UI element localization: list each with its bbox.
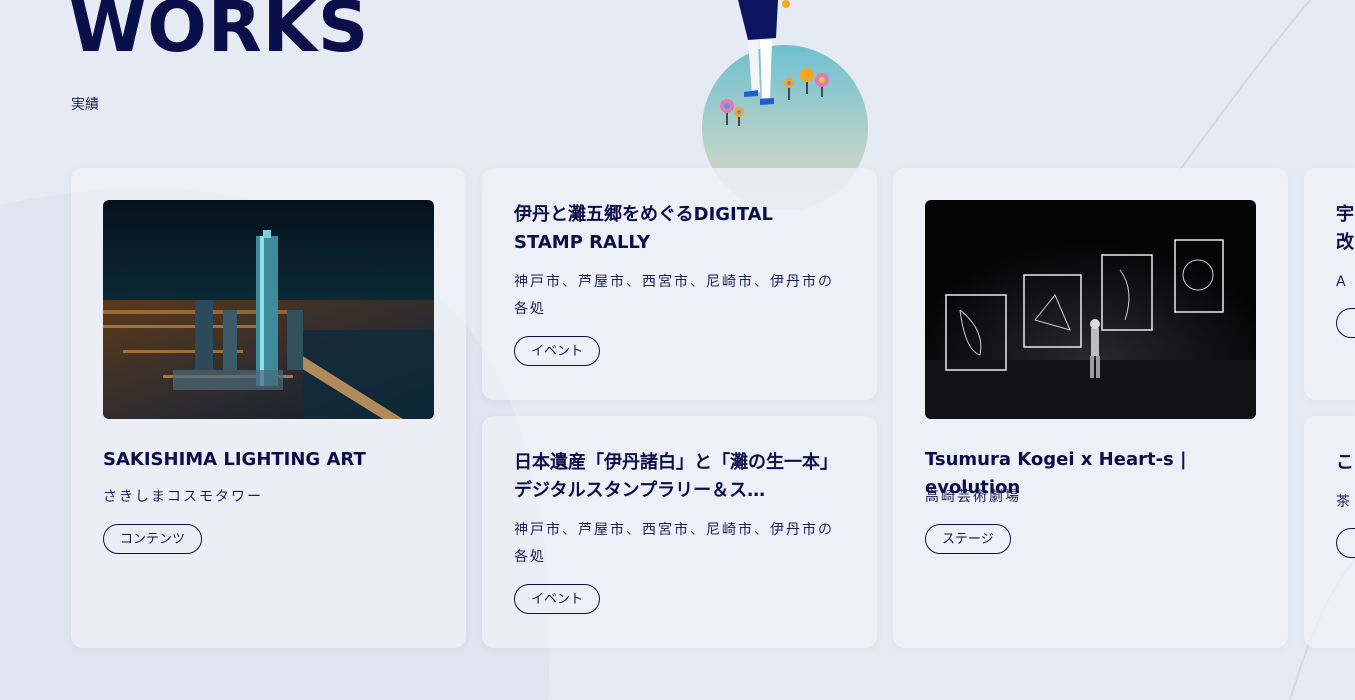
- page-subtitle: 実績: [71, 96, 99, 112]
- stage-photo: [925, 200, 1256, 419]
- work-title[interactable]: こ: [1336, 449, 1355, 477]
- work-card[interactable]: 宇 改 A: [1304, 168, 1355, 400]
- work-image[interactable]: [925, 200, 1256, 419]
- work-location: A: [1336, 274, 1348, 290]
- work-location: さきしまコスモタワー: [103, 489, 263, 505]
- category-tag[interactable]: イベント: [514, 336, 601, 366]
- work-card[interactable]: 日本遺産「伊丹諸白」と「灘の生一本」デジタルスタンプラリー＆ス… 神戸市、芦屋市…: [482, 416, 877, 648]
- work-location: 神戸市、芦屋市、西宮市、尼崎市、伊丹市の各処: [514, 274, 834, 317]
- night-city-photo: [103, 200, 434, 419]
- work-card[interactable]: 伊丹と灘五郷をめぐるDIGITAL STAMP RALLY 神戸市、芦屋市、西宮…: [482, 168, 877, 400]
- category-tag[interactable]: ステージ: [925, 524, 1011, 554]
- work-location: 高崎芸術劇場: [925, 489, 1021, 505]
- work-card[interactable]: SAKISHIMA LIGHTING ART さきしまコスモタワー コンテンツ: [71, 168, 466, 648]
- work-card[interactable]: こ 茶: [1304, 416, 1355, 648]
- work-location: 神戸市、芦屋市、西宮市、尼崎市、伊丹市の各処: [514, 522, 834, 565]
- work-title[interactable]: 伊丹と灘五郷をめぐるDIGITAL STAMP RALLY: [514, 201, 845, 257]
- work-card[interactable]: Tsumura Kogei x Heart-s | evolution 高崎芸術…: [893, 168, 1288, 648]
- work-image[interactable]: [103, 200, 434, 419]
- category-tag[interactable]: [1336, 528, 1355, 558]
- work-title[interactable]: 宇 改: [1336, 201, 1355, 257]
- work-title[interactable]: SAKISHIMA LIGHTING ART: [103, 446, 434, 474]
- work-title[interactable]: 日本遺産「伊丹諸白」と「灘の生一本」デジタルスタンプラリー＆ス…: [514, 449, 845, 505]
- page-title: WORKS: [69, 0, 370, 68]
- category-tag[interactable]: イベント: [514, 584, 601, 614]
- work-location: 茶: [1336, 494, 1352, 510]
- category-tag[interactable]: コンテンツ: [103, 524, 203, 554]
- category-tag[interactable]: [1336, 308, 1355, 338]
